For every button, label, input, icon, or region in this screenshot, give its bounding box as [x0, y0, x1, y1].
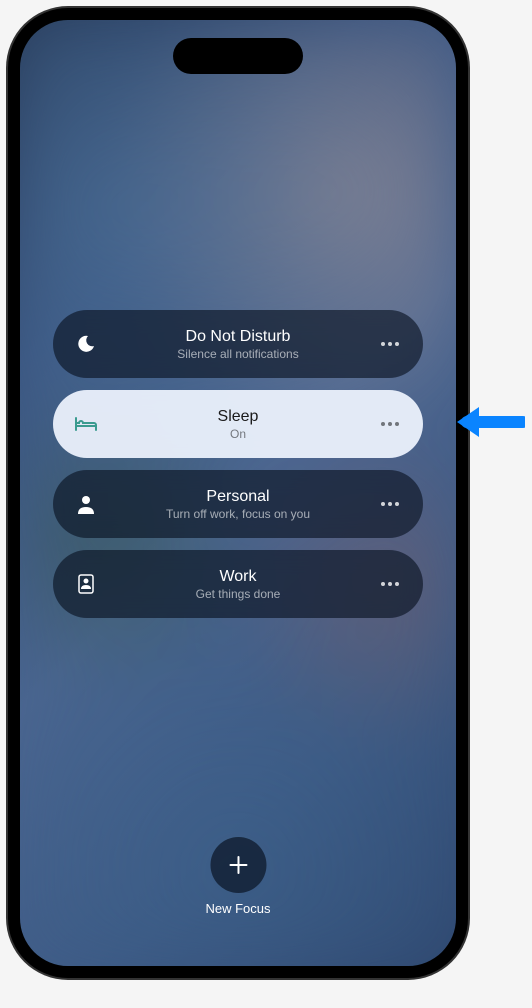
screen: Do Not Disturb Silence all notifications: [20, 20, 456, 966]
focus-text: Sleep On: [97, 407, 379, 442]
more-button-work[interactable]: [379, 573, 401, 595]
ellipsis-icon: [381, 582, 399, 586]
more-button-sleep[interactable]: [379, 413, 401, 435]
bed-icon: [75, 413, 97, 435]
new-focus-label: New Focus: [205, 901, 270, 916]
focus-title: Do Not Disturb: [186, 327, 291, 346]
new-focus-button[interactable]: New Focus: [205, 837, 270, 916]
focus-text: Do Not Disturb Silence all notifications: [97, 327, 379, 362]
callout-arrow-icon: [455, 397, 525, 447]
focus-title: Personal: [206, 487, 269, 506]
ellipsis-icon: [381, 342, 399, 346]
focus-title: Work: [219, 567, 256, 586]
ellipsis-icon: [381, 502, 399, 506]
focus-text: Work Get things done: [97, 567, 379, 602]
focus-text: Personal Turn off work, focus on you: [97, 487, 379, 522]
focus-item-sleep[interactable]: Sleep On: [53, 390, 423, 458]
focus-subtitle: Turn off work, focus on you: [166, 507, 310, 521]
badge-icon: [75, 573, 97, 595]
focus-list: Do Not Disturb Silence all notifications: [53, 310, 423, 618]
focus-item-do-not-disturb[interactable]: Do Not Disturb Silence all notifications: [53, 310, 423, 378]
more-button-dnd[interactable]: [379, 333, 401, 355]
focus-menu: Do Not Disturb Silence all notifications: [20, 20, 456, 966]
focus-subtitle: Silence all notifications: [177, 347, 298, 361]
more-button-personal[interactable]: [379, 493, 401, 515]
focus-item-work[interactable]: Work Get things done: [53, 550, 423, 618]
focus-title: Sleep: [218, 407, 259, 426]
moon-icon: [75, 333, 97, 355]
plus-icon: [210, 837, 266, 893]
focus-subtitle: On: [230, 427, 246, 441]
person-icon: [75, 493, 97, 515]
ellipsis-icon: [381, 422, 399, 426]
focus-subtitle: Get things done: [196, 587, 281, 601]
dynamic-island: [173, 38, 303, 74]
focus-item-personal[interactable]: Personal Turn off work, focus on you: [53, 470, 423, 538]
phone-frame: Do Not Disturb Silence all notifications: [8, 8, 468, 978]
